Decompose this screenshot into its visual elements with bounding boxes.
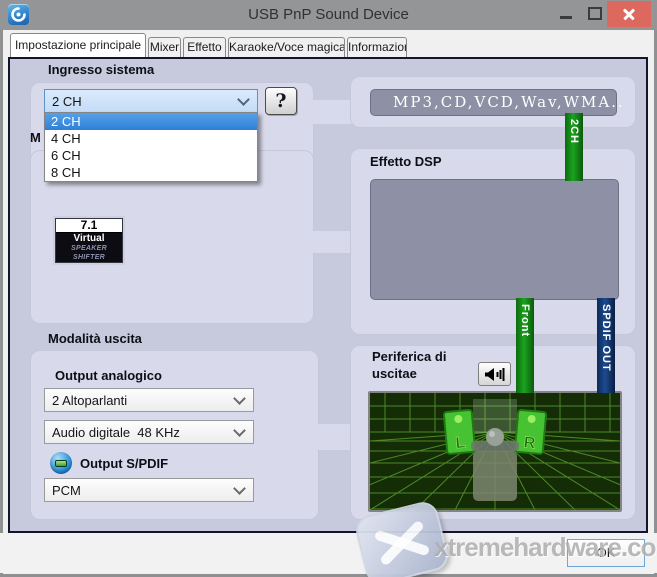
periferica-heading-line1: Periferica di: [372, 349, 446, 364]
shifter-71-label: 7.1: [56, 219, 122, 233]
effetto-dsp-heading: Effetto DSP: [370, 154, 442, 169]
pipe-2ch: 2CH: [565, 113, 583, 181]
virtual-speaker-shifter-button[interactable]: 7.1 Virtual SPEAKER SHIFTER: [55, 218, 123, 263]
speakers-select-value: 2 Altoparlanti: [52, 393, 127, 408]
window: USB PnP Sound Device Impostazione princi…: [0, 0, 657, 577]
right-speaker-label: R: [523, 434, 536, 452]
minimize-button[interactable]: [553, 0, 579, 27]
pipe-front: Front: [516, 298, 534, 393]
connector-shifter-dsp: [308, 231, 354, 253]
chevron-down-icon: [237, 93, 250, 106]
left-speaker-label: L: [455, 434, 466, 452]
connector-input-source: [308, 100, 354, 124]
dropdown-option-4ch[interactable]: 4 CH: [45, 130, 257, 147]
speaker-icon: [484, 367, 506, 382]
tab-informazioni[interactable]: Informazioni: [347, 37, 407, 57]
chevron-down-icon: [233, 392, 246, 405]
dsp-display: [370, 179, 619, 300]
digital-audio-select[interactable]: Audio digitale 48 KHz: [44, 420, 254, 444]
channels-dropdown-list: 2 CH 4 CH 6 CH 8 CH: [44, 112, 258, 182]
tab-karaoke-voce-magica[interactable]: Karaoke/Voce magica: [228, 37, 345, 57]
spdif-format-select[interactable]: PCM: [44, 478, 254, 502]
chevron-down-icon: [233, 424, 246, 437]
chevron-down-icon: [233, 482, 246, 495]
source-display: MP3,CD,VCD,Wav,WMA..: [370, 89, 617, 116]
help-button[interactable]: ?: [265, 87, 297, 115]
dropdown-option-6ch[interactable]: 6 CH: [45, 147, 257, 164]
shifter-speaker-shifter-label: SPEAKER SHIFTER: [56, 244, 122, 262]
tab-impostazione-principale[interactable]: Impostazione principale: [10, 33, 146, 57]
spdif-icon: [50, 452, 72, 474]
tab-effetto[interactable]: Effetto: [183, 37, 226, 57]
pipe-spdif-out: SPDIF OUT: [597, 298, 615, 393]
periferica-heading-line2: uscitae: [372, 366, 417, 381]
pipe-front-label: Front: [519, 304, 531, 337]
speaker-test-button[interactable]: [478, 362, 511, 386]
output-analogico-heading: Output analogico: [55, 368, 162, 383]
room-right-speaker[interactable]: R: [515, 410, 547, 454]
ingresso-sistema-heading: Ingresso sistema: [48, 62, 154, 77]
digital-audio-select-value: Audio digitale 48 KHz: [52, 425, 180, 440]
covered-heading: M: [30, 130, 41, 145]
title-bar: USB PnP Sound Device: [0, 0, 657, 30]
minimize-icon: [560, 16, 572, 19]
maximize-icon: [588, 7, 602, 20]
dropdown-option-2ch[interactable]: 2 CH: [45, 113, 257, 130]
channels-select[interactable]: 2 CH: [44, 89, 258, 113]
spdif-format-select-value: PCM: [52, 483, 81, 498]
watermark-text: xtremehardware.com: [434, 532, 657, 563]
pipe-2ch-label: 2CH: [568, 119, 580, 144]
speakers-select[interactable]: 2 Altoparlanti: [44, 388, 254, 412]
connector-output-device: [308, 424, 354, 450]
tab-mixer[interactable]: Mixer: [148, 37, 181, 57]
room-left-speaker[interactable]: L: [444, 410, 476, 454]
shifter-virtual-label: Virtual: [56, 233, 122, 244]
modalita-uscita-heading: Modalità uscita: [48, 331, 142, 346]
output-spdif-heading: Output S/PDIF: [80, 456, 168, 471]
listening-room: L R: [368, 391, 622, 512]
close-button[interactable]: [607, 1, 651, 27]
pipe-spdif-out-label: SPDIF OUT: [600, 304, 612, 372]
room-screen: [473, 399, 517, 433]
dropdown-option-8ch[interactable]: 8 CH: [45, 164, 257, 181]
close-icon: [621, 6, 637, 22]
maximize-button[interactable]: [582, 0, 608, 27]
channels-select-value: 2 CH: [52, 94, 82, 109]
